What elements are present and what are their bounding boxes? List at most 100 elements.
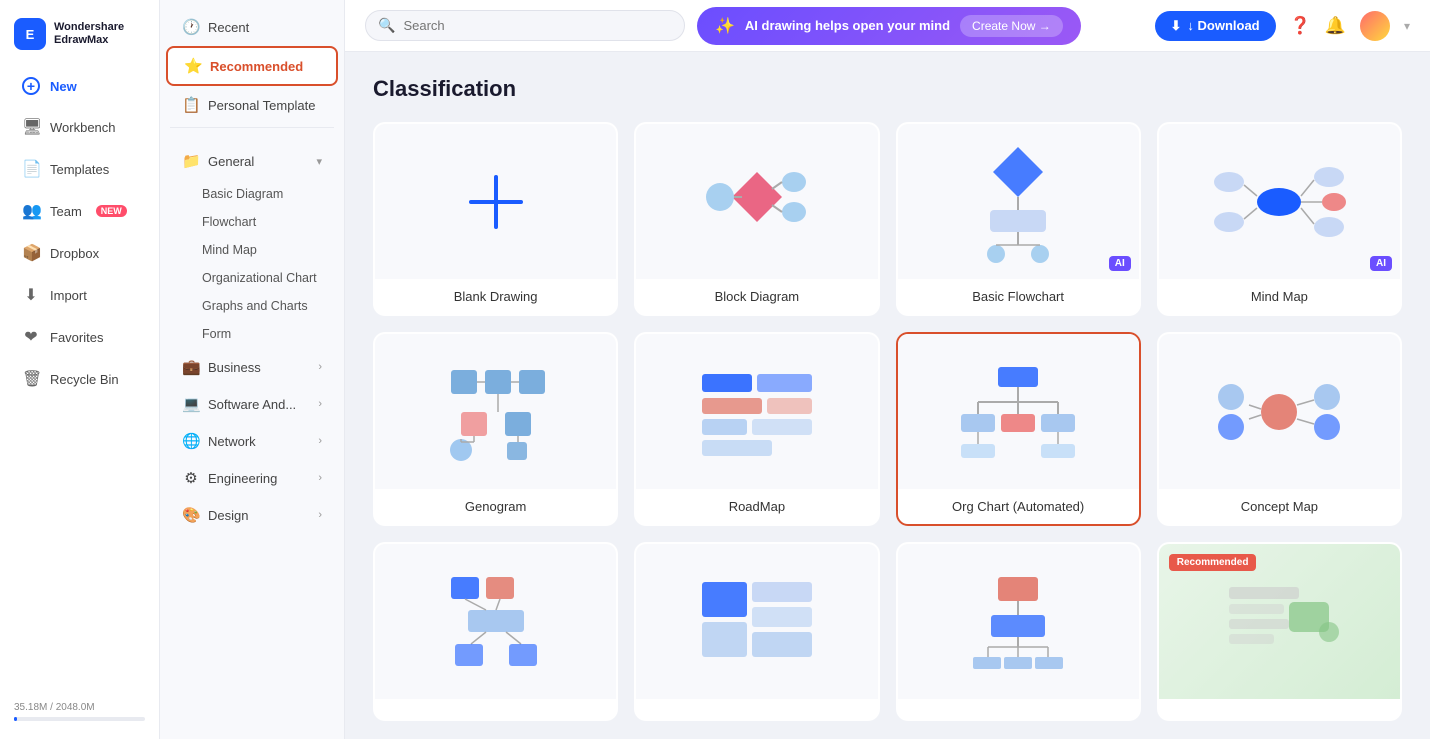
section-design[interactable]: 🎨 Design › (166, 497, 338, 533)
section-software[interactable]: 💻 Software And... › (166, 386, 338, 422)
card-treemap[interactable] (634, 542, 879, 721)
team-icon: 👥 (22, 201, 40, 221)
section-network[interactable]: 🌐 Network › (166, 423, 338, 459)
recommended-visual-label (1159, 699, 1400, 719)
software-icon: 💻 (182, 395, 200, 413)
sidebar-item-workbench[interactable]: 🖥 Workbench (8, 107, 151, 147)
software-label: Software And... (208, 397, 310, 412)
dropbox-label: Dropbox (50, 246, 99, 261)
workbench-icon: 🖥 (22, 117, 40, 137)
download-button[interactable]: ⬇ ↓ Download (1155, 11, 1276, 41)
sub-basic-diagram[interactable]: Basic Diagram (160, 180, 344, 208)
general-icon: 📁 (182, 152, 200, 170)
card-org-chart[interactable]: Org Chart (Automated) (896, 332, 1141, 526)
recent-icon: 🕐 (182, 18, 200, 36)
treemap-visual (636, 544, 877, 699)
engineering-chevron: › (318, 472, 322, 484)
concept-map-visual (1159, 334, 1400, 489)
roadmap-label: RoadMap (636, 489, 877, 524)
app-name: Wondershare (54, 21, 124, 33)
search-input[interactable] (403, 18, 672, 33)
business-chevron: › (318, 361, 322, 373)
search-icon: 🔍 (378, 17, 395, 34)
design-icon: 🎨 (182, 506, 200, 524)
sub-mind-map[interactable]: Mind Map (160, 236, 344, 264)
card-recommended-visual[interactable]: Recommended (1157, 542, 1402, 721)
personal-template-label: Personal Template (208, 98, 315, 113)
block-diagram-visual (636, 124, 877, 279)
recycle-bin-icon: 🗑 (22, 369, 40, 389)
mindmap-ai-badge: AI (1370, 256, 1392, 271)
genogram-label: Genogram (375, 489, 616, 524)
sidebar-item-team[interactable]: 👥 Team NEW (8, 191, 151, 231)
download-icon: ⬇ (1171, 18, 1182, 34)
favorites-label: Favorites (50, 330, 103, 345)
card-basic-flowchart[interactable]: AI Basic Flowchart (896, 122, 1141, 316)
ai-create-button[interactable]: Create Now → (960, 15, 1063, 37)
sub-org-chart[interactable]: Organizational Chart (160, 264, 344, 292)
card-swimlane[interactable] (896, 542, 1141, 721)
genogram-visual (375, 334, 616, 489)
engineering-icon: ⚙ (182, 469, 200, 487)
software-chevron: › (318, 398, 322, 410)
card-block-diagram[interactable]: Block Diagram (634, 122, 879, 316)
sidebar-item-favorites[interactable]: ❤ Favorites (8, 317, 151, 357)
ai-banner-text: AI drawing helps open your mind (745, 18, 950, 33)
recommended-badge: Recommended (1169, 554, 1257, 571)
card-blank-drawing[interactable]: Blank Drawing (373, 122, 618, 316)
search-bar[interactable]: 🔍 (365, 10, 685, 41)
mid-item-personal-template[interactable]: 📋 Personal Template (166, 87, 338, 123)
avatar-chevron[interactable]: ▾ (1404, 19, 1410, 33)
storage-label: 35.18M / 2048.0M (14, 702, 145, 713)
block-diagram-label: Block Diagram (636, 279, 877, 314)
business-icon: 💼 (182, 358, 200, 376)
sidebar-item-templates[interactable]: 📄 Templates (8, 149, 151, 189)
sub-form[interactable]: Form (160, 320, 344, 348)
content-area: Classification Blank Drawing (345, 52, 1430, 739)
org-chart-label: Org Chart (Automated) (898, 489, 1139, 524)
team-badge: NEW (96, 205, 127, 217)
sidebar-item-new[interactable]: + New (8, 67, 151, 105)
network1-label (375, 699, 616, 719)
sub-flowchart[interactable]: Flowchart (160, 208, 344, 236)
user-avatar[interactable] (1360, 11, 1390, 41)
new-label: New (50, 79, 77, 94)
app-subtitle: EdrawMax (54, 34, 108, 46)
workbench-label: Workbench (50, 120, 116, 135)
section-business[interactable]: 💼 Business › (166, 349, 338, 385)
header: 🔍 ✨ AI drawing helps open your mind Crea… (345, 0, 1430, 52)
logo-icon: E (14, 18, 46, 50)
recycle-label: Recycle Bin (50, 372, 119, 387)
card-mind-map[interactable]: AI Mind Map (1157, 122, 1402, 316)
sidebar-item-recycle-bin[interactable]: 🗑 Recycle Bin (8, 359, 151, 399)
main-content: 🔍 ✨ AI drawing helps open your mind Crea… (345, 0, 1430, 739)
middle-panel: 🕐 Recent ⭐ Recommended 📋 Personal Templa… (160, 0, 345, 739)
card-network1[interactable] (373, 542, 618, 721)
treemap-label (636, 699, 877, 719)
help-icon[interactable]: ❓ (1290, 16, 1311, 36)
blank-drawing-visual (375, 124, 616, 279)
ai-banner[interactable]: ✨ AI drawing helps open your mind Create… (697, 7, 1081, 45)
sidebar-item-import[interactable]: ⬇ Import (8, 275, 151, 315)
design-label: Design (208, 508, 310, 523)
business-label: Business (208, 360, 310, 375)
storage-info: 35.18M / 2048.0M (0, 692, 159, 731)
sidebar-item-dropbox[interactable]: 📦 Dropbox (8, 233, 151, 273)
card-genogram[interactable]: Genogram (373, 332, 618, 526)
storage-bar-bg (14, 717, 145, 721)
engineering-label: Engineering (208, 471, 310, 486)
import-icon: ⬇ (22, 285, 40, 305)
concept-map-label: Concept Map (1159, 489, 1400, 524)
card-concept-map[interactable]: Concept Map (1157, 332, 1402, 526)
sub-graphs-charts[interactable]: Graphs and Charts (160, 292, 344, 320)
mind-map-label: Mind Map (1159, 279, 1400, 314)
mid-item-recent[interactable]: 🕐 Recent (166, 9, 338, 45)
notification-icon[interactable]: 🔔 (1325, 16, 1346, 36)
org-chart-visual (898, 334, 1139, 489)
card-roadmap[interactable]: RoadMap (634, 332, 879, 526)
mid-item-recommended[interactable]: ⭐ Recommended (166, 46, 338, 86)
roadmap-visual (636, 334, 877, 489)
team-label: Team (50, 204, 82, 219)
section-engineering[interactable]: ⚙ Engineering › (166, 460, 338, 496)
section-general[interactable]: 📁 General ▾ (166, 143, 338, 179)
